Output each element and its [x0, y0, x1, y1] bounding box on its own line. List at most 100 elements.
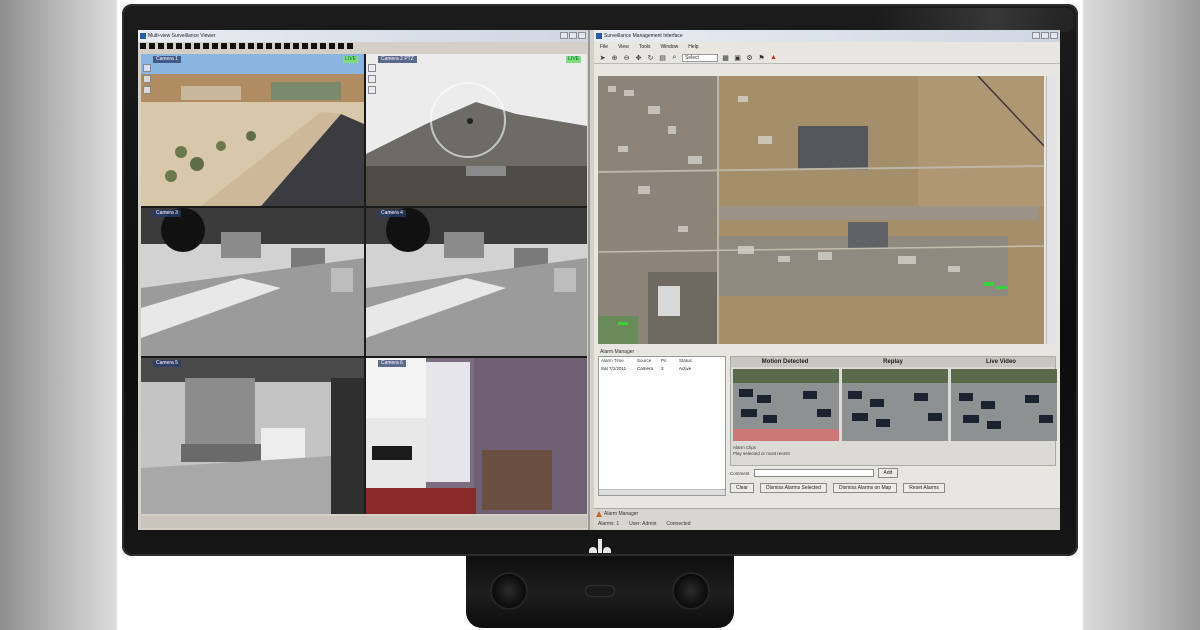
live-badge: LIVE — [343, 56, 358, 63]
camera-tile[interactable]: Camera 4 — [366, 208, 587, 356]
comment-input[interactable] — [753, 469, 874, 477]
clip-feed — [842, 369, 948, 441]
satellite-map[interactable] — [598, 76, 1044, 344]
grid-icon[interactable]: ▦ — [721, 53, 730, 62]
layout-tab[interactable] — [221, 43, 227, 49]
menu-tools[interactable]: Tools — [639, 42, 651, 52]
close-icon[interactable] — [578, 32, 586, 39]
camera-tile[interactable]: Camera 3 — [141, 208, 364, 356]
zoom-icon[interactable] — [368, 64, 376, 72]
camera-viewer-status — [141, 516, 587, 528]
menu-view[interactable]: View — [618, 42, 629, 52]
minimize-icon[interactable] — [1032, 32, 1040, 39]
find-icon[interactable]: ⌕ — [670, 53, 679, 62]
camera-label: Camera 2 PTZ — [378, 56, 417, 63]
record-icon[interactable] — [368, 86, 376, 94]
brand-logo — [578, 537, 622, 553]
comment-label: Comment — [730, 470, 750, 476]
snapshot-icon[interactable] — [143, 75, 151, 83]
map-scrollbar[interactable] — [1046, 76, 1056, 344]
ptz-center-icon[interactable] — [467, 118, 473, 124]
clip-feed — [951, 369, 1057, 441]
layers-icon[interactable]: ▤ — [658, 53, 667, 62]
layout-tab[interactable] — [248, 43, 254, 49]
layout-tab[interactable] — [320, 43, 326, 49]
layout-tab[interactable] — [329, 43, 335, 49]
minimize-icon[interactable] — [560, 32, 568, 39]
alarm-col-pri[interactable]: Pri — [661, 357, 679, 365]
zoom-out-icon[interactable]: ⊖ — [622, 53, 631, 62]
layout-tab[interactable] — [230, 43, 236, 49]
menu-help[interactable]: Help — [688, 42, 698, 52]
alarm-icon[interactable]: ▲ — [769, 53, 778, 62]
settings-icon[interactable]: ⚙ — [745, 53, 754, 62]
camera-tile[interactable]: Camera 5 — [141, 358, 364, 514]
layout-tab[interactable] — [257, 43, 263, 49]
layout-tab[interactable] — [266, 43, 272, 49]
layout-tab[interactable] — [311, 43, 317, 49]
warning-icon — [596, 511, 602, 517]
camera-label: Camera 3 — [153, 210, 181, 217]
alarm-col-status[interactable]: Status — [679, 357, 725, 365]
clip-thumbnails — [733, 369, 1057, 441]
pointer-icon[interactable]: ➤ — [598, 53, 607, 62]
camera-tile[interactable]: Camera 2 PTZ LIVE — [366, 54, 587, 206]
map-toolbar: ➤ ⊕ ⊖ ✥ ↻ ▤ ⌕ Select ▦ ▣ ⚙ ⚑ ▲ — [594, 52, 1060, 64]
layout-tab[interactable] — [167, 43, 173, 49]
camera-icon[interactable]: ▣ — [733, 53, 742, 62]
map-select-field[interactable]: Select — [682, 53, 718, 62]
alarm-status: Active — [679, 366, 692, 371]
zoom-in-icon[interactable]: ⊕ — [610, 53, 619, 62]
camera-toolstrip — [143, 64, 152, 94]
alarm-actions: Clear Dismiss Alarms Selected Dismiss Al… — [730, 482, 1056, 494]
power-indicator[interactable] — [586, 586, 614, 596]
alarm-manager-title: Alarm Manager — [600, 349, 635, 355]
alarm-row[interactable]: Sat 7/1/2011 Camera 3 Active — [599, 365, 725, 372]
dismiss-on-map-button[interactable]: Dismiss Alarms on Map — [832, 483, 898, 493]
clip-feed — [733, 369, 839, 441]
layout-tab[interactable] — [185, 43, 191, 49]
clip-live-video[interactable] — [951, 369, 1057, 441]
video-grid: Camera 1 LIVE Camera 2 PTZ LIVE Camera 3… — [141, 54, 587, 514]
layout-tab[interactable] — [284, 43, 290, 49]
layout-tab[interactable] — [239, 43, 245, 49]
layout-tab[interactable] — [293, 43, 299, 49]
reset-alarms-button[interactable]: Reset Alarms — [903, 483, 945, 493]
layout-tab[interactable] — [158, 43, 164, 49]
maximize-icon[interactable] — [569, 32, 577, 39]
refresh-icon[interactable]: ↻ — [646, 53, 655, 62]
map-window-titlebar: Surveillance Management Interface — [594, 30, 1060, 42]
camera-tile[interactable]: Camera 1 LIVE — [141, 54, 364, 206]
layout-tab[interactable] — [347, 43, 353, 49]
layout-tab[interactable] — [194, 43, 200, 49]
zoom-icon[interactable] — [143, 64, 151, 72]
add-comment-button[interactable]: Add — [877, 468, 899, 478]
layout-tab[interactable] — [338, 43, 344, 49]
map-window-title: Surveillance Management Interface — [604, 33, 683, 39]
clear-button[interactable]: Clear — [730, 483, 754, 493]
alarm-col-source[interactable]: Source — [637, 357, 661, 365]
alarm-col-time[interactable]: Alarm Time — [601, 357, 637, 365]
layout-tab[interactable] — [275, 43, 281, 49]
layout-tab[interactable] — [212, 43, 218, 49]
alarm-list-scrollbar[interactable] — [599, 489, 725, 495]
snapshot-icon[interactable] — [368, 75, 376, 83]
layout-tab[interactable] — [149, 43, 155, 49]
clip-motion-detected[interactable] — [733, 369, 839, 441]
record-icon[interactable] — [143, 86, 151, 94]
clip-replay[interactable] — [842, 369, 948, 441]
alarm-clips-pane: Motion Detected Replay Live Video Alarm … — [730, 356, 1057, 466]
alarm-source: Camera — [637, 366, 654, 371]
flag-icon[interactable]: ⚑ — [757, 53, 766, 62]
menu-window[interactable]: Window — [661, 42, 679, 52]
layout-tab[interactable] — [203, 43, 209, 49]
maximize-icon[interactable] — [1041, 32, 1049, 39]
camera-tile[interactable]: Camera 6 — [366, 358, 587, 514]
dismiss-selected-button[interactable]: Dismiss Alarms Selected — [759, 483, 827, 493]
menu-file[interactable]: File — [600, 42, 608, 52]
layout-tab[interactable] — [176, 43, 182, 49]
pan-icon[interactable]: ✥ — [634, 53, 643, 62]
close-icon[interactable] — [1050, 32, 1058, 39]
layout-tab[interactable] — [302, 43, 308, 49]
layout-tab[interactable] — [140, 43, 146, 49]
